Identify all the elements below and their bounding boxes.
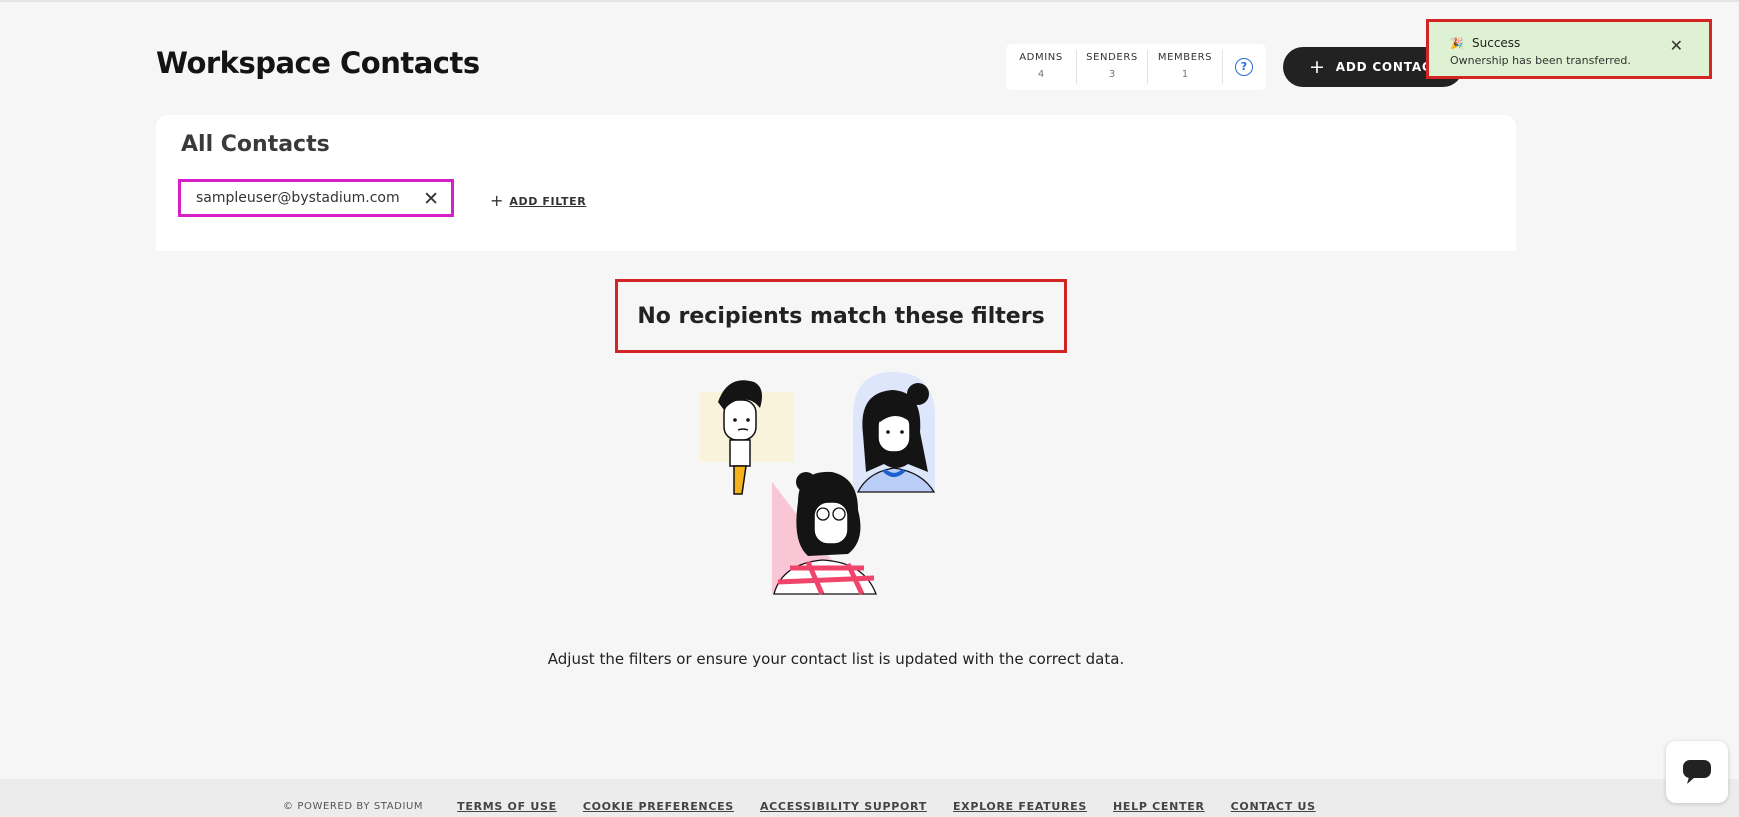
page-title: Workspace Contacts	[156, 46, 480, 80]
stat-label: SENDERS	[1086, 52, 1138, 63]
close-icon[interactable]: ✕	[423, 190, 439, 209]
plus-icon: +	[1309, 55, 1326, 78]
add-contact-label: ADD CONTACT	[1335, 60, 1441, 74]
toast-message: Ownership has been transferred.	[1450, 54, 1631, 67]
filter-chip-value: sampleuser@bystadium.com	[196, 190, 400, 206]
party-popper-icon: 🎉	[1450, 37, 1464, 50]
footer-link-help[interactable]: HELP CENTER	[1113, 800, 1205, 813]
empty-state-title: No recipients match these filters	[615, 279, 1067, 353]
role-stats: ADMINS 4 SENDERS 3 MEMBERS 1 ?	[1006, 44, 1266, 90]
people-illustration	[700, 372, 936, 596]
footer-link-terms[interactable]: TERMS OF USE	[457, 800, 557, 813]
close-icon[interactable]: ✕	[1670, 38, 1683, 54]
illus-man-face	[723, 399, 757, 441]
illus-girl-face	[813, 501, 849, 545]
card-title: All Contacts	[181, 132, 330, 157]
stat-count: 1	[1181, 69, 1189, 80]
illus-man-tie	[733, 465, 747, 495]
chat-bubble-icon	[1683, 760, 1711, 784]
footer-link-features[interactable]: EXPLORE FEATURES	[953, 800, 1087, 813]
contacts-card: All Contacts sampleuser@bystadium.com ✕ …	[156, 115, 1516, 251]
powered-by: © POWERED BY STADIUM	[283, 801, 424, 812]
illus-man-neck	[729, 439, 751, 467]
chat-launcher-button[interactable]	[1666, 741, 1728, 803]
stat-senders[interactable]: SENDERS 3	[1077, 50, 1148, 84]
empty-state-description: Adjust the filters or ensure your contac…	[547, 650, 1125, 668]
stat-admins[interactable]: ADMINS 4	[1006, 50, 1077, 84]
stat-count: 3	[1108, 69, 1116, 80]
stat-members[interactable]: MEMBERS 1	[1148, 50, 1223, 84]
top-divider	[0, 0, 1739, 2]
footer-link-contact[interactable]: CONTACT US	[1231, 800, 1316, 813]
footer: © POWERED BY STADIUM TERMS OF USE COOKIE…	[0, 779, 1739, 817]
toast-title: Success	[1472, 36, 1521, 50]
footer-link-accessibility[interactable]: ACCESSIBILITY SUPPORT	[760, 800, 927, 813]
footer-link-cookies[interactable]: COOKIE PREFERENCES	[583, 800, 734, 813]
add-filter-button[interactable]: + ADD FILTER	[490, 193, 586, 209]
add-filter-label: ADD FILTER	[509, 194, 587, 208]
success-toast: 🎉 Success Ownership has been transferred…	[1426, 19, 1712, 79]
plus-icon: +	[490, 191, 504, 210]
stat-label: MEMBERS	[1157, 52, 1213, 63]
stat-count: 4	[1037, 69, 1045, 80]
help-icon[interactable]: ?	[1235, 58, 1253, 76]
filter-chip[interactable]: sampleuser@bystadium.com ✕	[178, 179, 454, 217]
stat-label: ADMINS	[1019, 52, 1063, 63]
